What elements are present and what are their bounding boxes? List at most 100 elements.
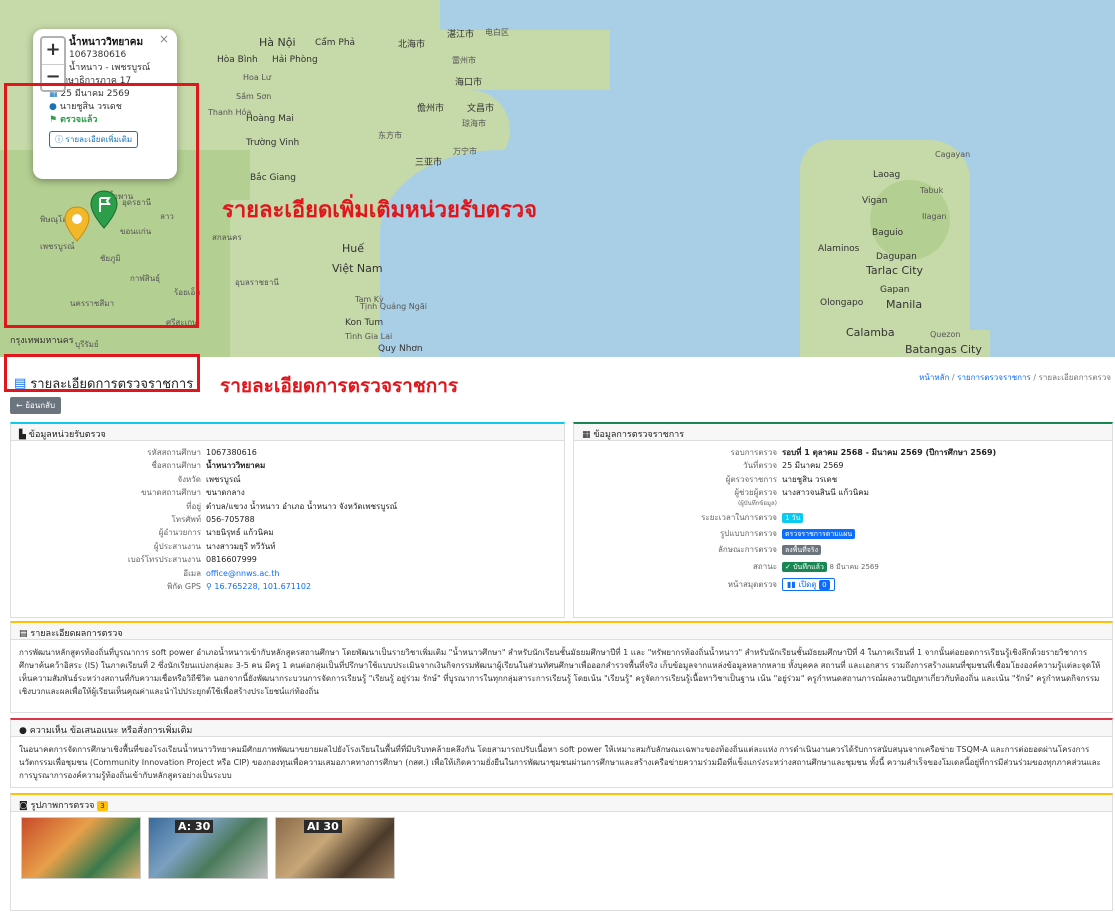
result-card: ▤ รายละเอียดผลการตรวจ การพัฒนาหลักสูตรท้…: [10, 621, 1113, 713]
unit-info-value: น้ำหนาววิทยาคม: [206, 461, 266, 471]
camera-icon: ◙: [19, 801, 28, 811]
annotation-page-label: รายละเอียดการตรวจราชการ: [220, 375, 459, 397]
map-city-label: Calamba: [846, 326, 895, 339]
breadcrumb-home[interactable]: หน้าหลัก: [919, 373, 949, 382]
photos-card: ◙ รูปภาพการตรวจ 3 A: 30 AI 30: [10, 793, 1113, 911]
status-badge-text: บันทึกแล้ว: [793, 562, 824, 571]
inspector-value: นายชูสิน วรเดช: [782, 474, 838, 484]
map-city-label: Quy Nhơn: [378, 344, 423, 354]
map-city-label: Vigan: [862, 196, 888, 206]
back-button[interactable]: ← ย้อนกลับ: [10, 397, 62, 414]
unit-info-value[interactable]: 16.765228, 101.671102: [214, 582, 311, 591]
format-key: รูปแบบการตรวจ: [720, 529, 777, 539]
inspection-card-header: ▦ ข้อมูลการตรวจราชการ: [574, 424, 1112, 441]
map-city-label: Hải Phòng: [272, 55, 318, 65]
assistant-sub: (ผู้บันทึกข้อมูล): [737, 499, 777, 507]
inspection-photo-2[interactable]: A: 30: [148, 817, 268, 879]
highlight-box-popup: [4, 83, 199, 328]
unit-info-value: ตำบล/แขวง น้ำหนาว อำเภอ น้ำหนาว จังหวัดเ…: [206, 501, 398, 511]
map-city-label: อุบลราชธานี: [235, 278, 279, 287]
unit-info-key: พิกัด GPS: [167, 582, 201, 592]
unit-info-value: นางสาวมยุรี ทวีวันท์: [206, 541, 276, 551]
popup-school-code: 1067380616: [69, 50, 127, 60]
unit-info-row: ผู้อำนวยการ นายนิรุทธ์ แก้วนิคม: [11, 526, 564, 539]
unit-info-key: ชื่อสถานศึกษา: [151, 461, 201, 471]
unit-info-row: รหัสสถานศึกษา 1067380616: [11, 446, 564, 459]
opinion-card-title: ความเห็น ข้อเสนอแนะ หรือสั่งการเพิ่มเติม: [29, 726, 193, 736]
unit-info-value: นายนิรุทธ์ แก้วนิคม: [206, 528, 274, 538]
unit-info-row: ผู้ประสานงาน นางสาวมยุรี ทวีวันท์: [11, 540, 564, 553]
unit-info-row: อีเมล office@nnws.ac.th: [11, 567, 564, 580]
duration-badge: 1 วัน: [782, 512, 804, 523]
status-badge: ✓ บันทึกแล้ว: [782, 561, 827, 572]
unit-info-row: ขนาดสถานศึกษา ขนาดกลาง: [11, 486, 564, 499]
open-doc-button[interactable]: ▮▮ เปิดดู 0: [782, 578, 835, 592]
map-city-label: 雷州市: [452, 56, 476, 65]
map-city-label: Tịnh Quảng Ngãi: [360, 302, 427, 311]
breadcrumb-list[interactable]: รายการตรวจราชการ: [957, 373, 1031, 382]
unit-info-list: รหัสสถานศึกษา 1067380616 ชื่อสถานศึกษา น้ำห…: [11, 441, 564, 593]
unit-card-header: ▙ ข้อมูลหน่วยรับตรวจ: [11, 424, 564, 441]
comment-icon: ●: [19, 726, 27, 736]
unit-info-value: 1067380616: [206, 448, 257, 457]
unit-info-row: จังหวัด เพชรบูรณ์: [11, 473, 564, 486]
map-city-label: Ilagan: [922, 212, 947, 221]
photo-sign-label: AI 30: [304, 820, 342, 833]
calendar-icon: ▦: [582, 430, 591, 440]
opinion-card-header: ● ความเห็น ข้อเสนอแนะ หรือสั่งการเพิ่มเต…: [11, 720, 1112, 737]
unit-info-key: โทรศัพท์: [171, 515, 202, 525]
round-value: รอบที่ 1 ตุลาคม 2568 - มีนาคม 2569 (ปีกา…: [782, 448, 997, 457]
map-city-label: 三亚市: [415, 158, 443, 168]
map-city-label: Việt Nam: [332, 262, 383, 275]
map-city-label: Gapan: [880, 285, 910, 295]
inspection-photo-3[interactable]: AI 30: [275, 817, 395, 879]
map-city-label: Quezon: [930, 330, 961, 339]
doc-count-badge: 0: [819, 580, 830, 591]
unit-info-row: ที่อยู่ ตำบล/แขวง น้ำหนาว อำเภอ น้ำหนาว จ…: [11, 500, 564, 513]
round-key: รอบการตรวจ: [730, 448, 777, 457]
nature-badge: ลงพื้นที่จริง: [782, 545, 822, 556]
assistant-value: นางสาวจนสินนี แก้วนิคม: [782, 488, 869, 498]
map-city-label: 东方市: [378, 131, 402, 140]
map-city-label: Hoàng Mai: [246, 114, 294, 124]
unit-info-card: ▙ ข้อมูลหน่วยรับตรวจ รหัสสถานศึกษา 106738…: [10, 422, 565, 618]
popup-title: น้ำหนาววิทยาคม: [69, 37, 144, 48]
map-city-label: Tabuk: [920, 186, 944, 195]
unit-info-value: ขนาดกลาง: [206, 488, 245, 498]
doc-key: หน้าสมุดตรวจ: [727, 580, 777, 590]
map-city-label: 电白区: [485, 28, 509, 37]
opinion-card: ● ความเห็น ข้อเสนอแนะ หรือสั่งการเพิ่มเต…: [10, 718, 1113, 788]
unit-info-row: โทรศัพท์ 056-705788: [11, 513, 564, 526]
unit-info-value[interactable]: office@nnws.ac.th: [206, 567, 279, 580]
unit-info-key: ผู้ประสานงาน: [153, 541, 201, 551]
document-icon: ▤: [19, 629, 28, 639]
map-city-label: Baguio: [872, 228, 904, 238]
photos-card-title: รูปภาพการตรวจ: [30, 801, 95, 811]
photos-card-header: ◙ รูปภาพการตรวจ 3: [11, 795, 1112, 812]
book-icon: ▮▮: [787, 580, 796, 590]
map-city-label: 琼海市: [462, 119, 486, 128]
inspection-info-card: ▦ ข้อมูลการตรวจราชการ รอบการตรวจ รอบที่ 1…: [573, 422, 1113, 618]
inspection-photo-1[interactable]: [21, 817, 141, 879]
unit-info-row: พิกัด GPS ⚲ 16.765228, 101.671102: [11, 580, 564, 593]
duration-key: ระยะเวลาในการตรวจ: [701, 512, 777, 522]
map-city-label: Cẩm Phả: [315, 38, 356, 48]
unit-card-title: ข้อมูลหน่วยรับตรวจ: [28, 430, 106, 440]
popup-close-button[interactable]: ×: [159, 33, 169, 46]
map-city-label: Dagupan: [876, 252, 917, 262]
photos-count-badge: 3: [97, 801, 108, 811]
map-city-label: Hòa Bình: [217, 55, 258, 65]
building-icon: ▙: [19, 430, 26, 440]
opinion-text: ในอนาคตการจัดการศึกษาเชิงพื้นที่ของโรงเร…: [19, 745, 1101, 780]
gps-link[interactable]: ⚲ 16.765228, 101.671102: [206, 580, 311, 593]
status-date: 8 มีนาคม 2569: [829, 562, 879, 571]
date-key: วันที่ตรวจ: [743, 461, 777, 471]
open-doc-label: เปิดดู: [798, 580, 817, 590]
zoom-in-button[interactable]: +: [42, 38, 64, 64]
status-key: สถานะ: [753, 561, 777, 571]
map-city-label: Alaminos: [818, 244, 860, 254]
map[interactable]: Hà Nội Hải Phòng Hòa Bình Cẩm Phả Hoa Lư…: [0, 0, 1115, 357]
map-city-label: Hà Nội: [259, 36, 296, 49]
date-value: 25 มีนาคม 2569: [782, 461, 844, 471]
main-content: ▤ รายละเอียดการตรวจราชการ รายละเอียดการต…: [0, 354, 1115, 915]
